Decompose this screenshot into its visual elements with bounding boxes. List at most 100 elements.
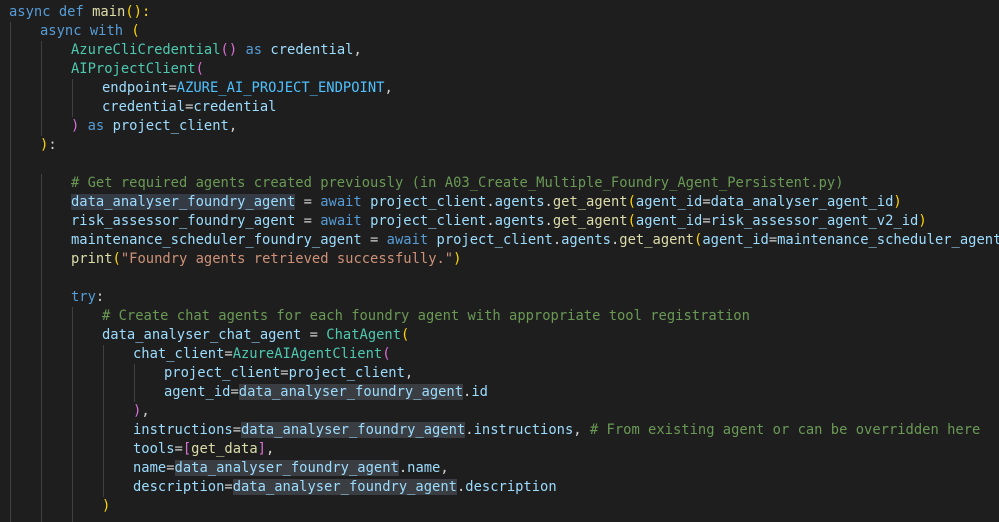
indent-guide [103,402,104,421]
indent-guide [10,22,11,41]
code-token: = [295,194,321,210]
code-line[interactable] [0,269,999,288]
code-content: chat_client=AzureAIAgentClient( [133,345,391,364]
code-line[interactable] [0,155,999,174]
indent-guide [72,459,73,478]
code-token: ) [453,251,462,267]
code-line[interactable]: data_analyser_foundry_agent = await proj… [0,193,999,212]
indent-guide [10,231,11,250]
code-token: agent_id [635,194,703,210]
code-line[interactable]: AzureCliCredential() as credential, [0,41,999,60]
code-line[interactable]: ) as project_client, [0,117,999,136]
code-line[interactable]: async def main(): [0,3,999,22]
indent-guide [103,383,104,402]
code-line[interactable]: chat_client=AzureAIAgentClient( [0,345,999,364]
indent-guide [41,193,42,212]
indent-guide [10,41,11,60]
indent-guide [41,459,42,478]
code-token: project_client [112,118,229,134]
code-line[interactable]: maintenance_scheduler_foundry_agent = aw… [0,231,999,250]
code-token: AzureCliCredential [71,42,221,58]
indent-guide [103,421,104,440]
indent-guide [72,497,73,516]
indent-guide [10,174,11,193]
indent-guide [41,269,42,288]
code-line[interactable]: data_analyser_chat_agent = ChatAgent( [0,326,999,345]
code-line[interactable]: try: [0,288,999,307]
code-line[interactable]: endpoint=AZURE_AI_PROJECT_ENDPOINT, [0,79,999,98]
code-line[interactable]: AIProjectClient( [0,60,999,79]
code-token: instructions [473,422,574,438]
code-line[interactable]: agent_id=data_analyser_foundry_agent.id [0,383,999,402]
code-content: name=data_analyser_foundry_agent.name, [133,459,449,478]
code-token: ) [918,213,927,229]
indent-guide [41,440,42,459]
indent-guide [72,478,73,497]
code-token: = [174,441,183,457]
indent-guide [41,288,42,307]
code-token: ChatAgent [326,327,402,343]
code-token: credential [193,99,277,115]
code-token: , [353,42,362,58]
code-token: ( [131,23,140,39]
code-token: : [48,137,57,153]
code-editor[interactable]: async def main(): async with (AzureCliCre… [0,0,999,522]
code-content: AIProjectClient( [71,60,204,79]
code-line[interactable]: name=data_analyser_foundry_agent.name, [0,459,999,478]
code-line[interactable]: credential=credential [0,98,999,117]
code-line[interactable]: async with ( [0,22,999,41]
indent-guide [134,383,135,402]
code-content: project_client=project_client, [164,364,413,383]
code-token: agents [561,232,611,248]
code-content: ) as project_client, [71,117,237,136]
indent-guide [41,516,42,522]
code-content: endpoint=AZURE_AI_PROJECT_ENDPOINT, [102,79,393,98]
code-token: # From existing agent or can be overridd… [589,422,981,438]
code-token: agent_id [635,213,703,229]
code-line[interactable]: risk_assessor_foundry_agent = await proj… [0,212,999,231]
indent-guide [41,79,42,98]
indent-guide [10,402,11,421]
code-token: get_data [191,441,258,457]
code-token: "Foundry agents retrieved successfully." [120,251,454,267]
code-line[interactable]: # Create chat agents for each foundry ag… [0,307,999,326]
code-content: description=data_analyser_foundry_agent.… [133,478,557,497]
code-line[interactable]: # Get required agents created previously… [0,174,999,193]
indent-guide [72,402,73,421]
code-line[interactable]: tools=[get_data], [0,440,999,459]
code-token: await [386,232,429,248]
code-token: agents [494,213,545,229]
code-token: risk_assessor_foundry_agent [71,213,296,229]
code-token: , [404,365,414,381]
code-token: as [87,118,105,134]
code-token: project_client [370,213,487,229]
code-line[interactable] [0,516,999,522]
indent-guide [10,478,11,497]
indent-guide [134,364,135,383]
code-token: = [168,80,177,96]
code-line[interactable]: print("Foundry agents retrieved successf… [0,250,999,269]
indent-guide [10,136,11,155]
code-token: maintenance_scheduler_agent_v2_id [777,232,999,248]
code-line[interactable]: ) [0,497,999,516]
code-line[interactable]: project_client=project_client, [0,364,999,383]
indent-guide [10,288,11,307]
code-content: data_analyser_foundry_agent = await proj… [71,193,902,212]
indent-guide [10,497,11,516]
code-token: async [9,4,51,20]
code-line[interactable]: description=data_analyser_foundry_agent.… [0,478,999,497]
indent-guide [10,307,11,326]
indent-guide [10,155,11,174]
code-token: chat_client [133,346,225,362]
code-token: ( [627,194,636,210]
code-token: endpoint [102,80,169,96]
code-token: ( [382,346,391,362]
indent-guide [10,516,11,522]
code-token: agents [494,194,545,210]
code-line[interactable]: ): [0,136,999,155]
code-line[interactable]: ), [0,402,999,421]
code-line[interactable]: instructions=data_analyser_foundry_agent… [0,421,999,440]
indent-guide [41,383,42,402]
